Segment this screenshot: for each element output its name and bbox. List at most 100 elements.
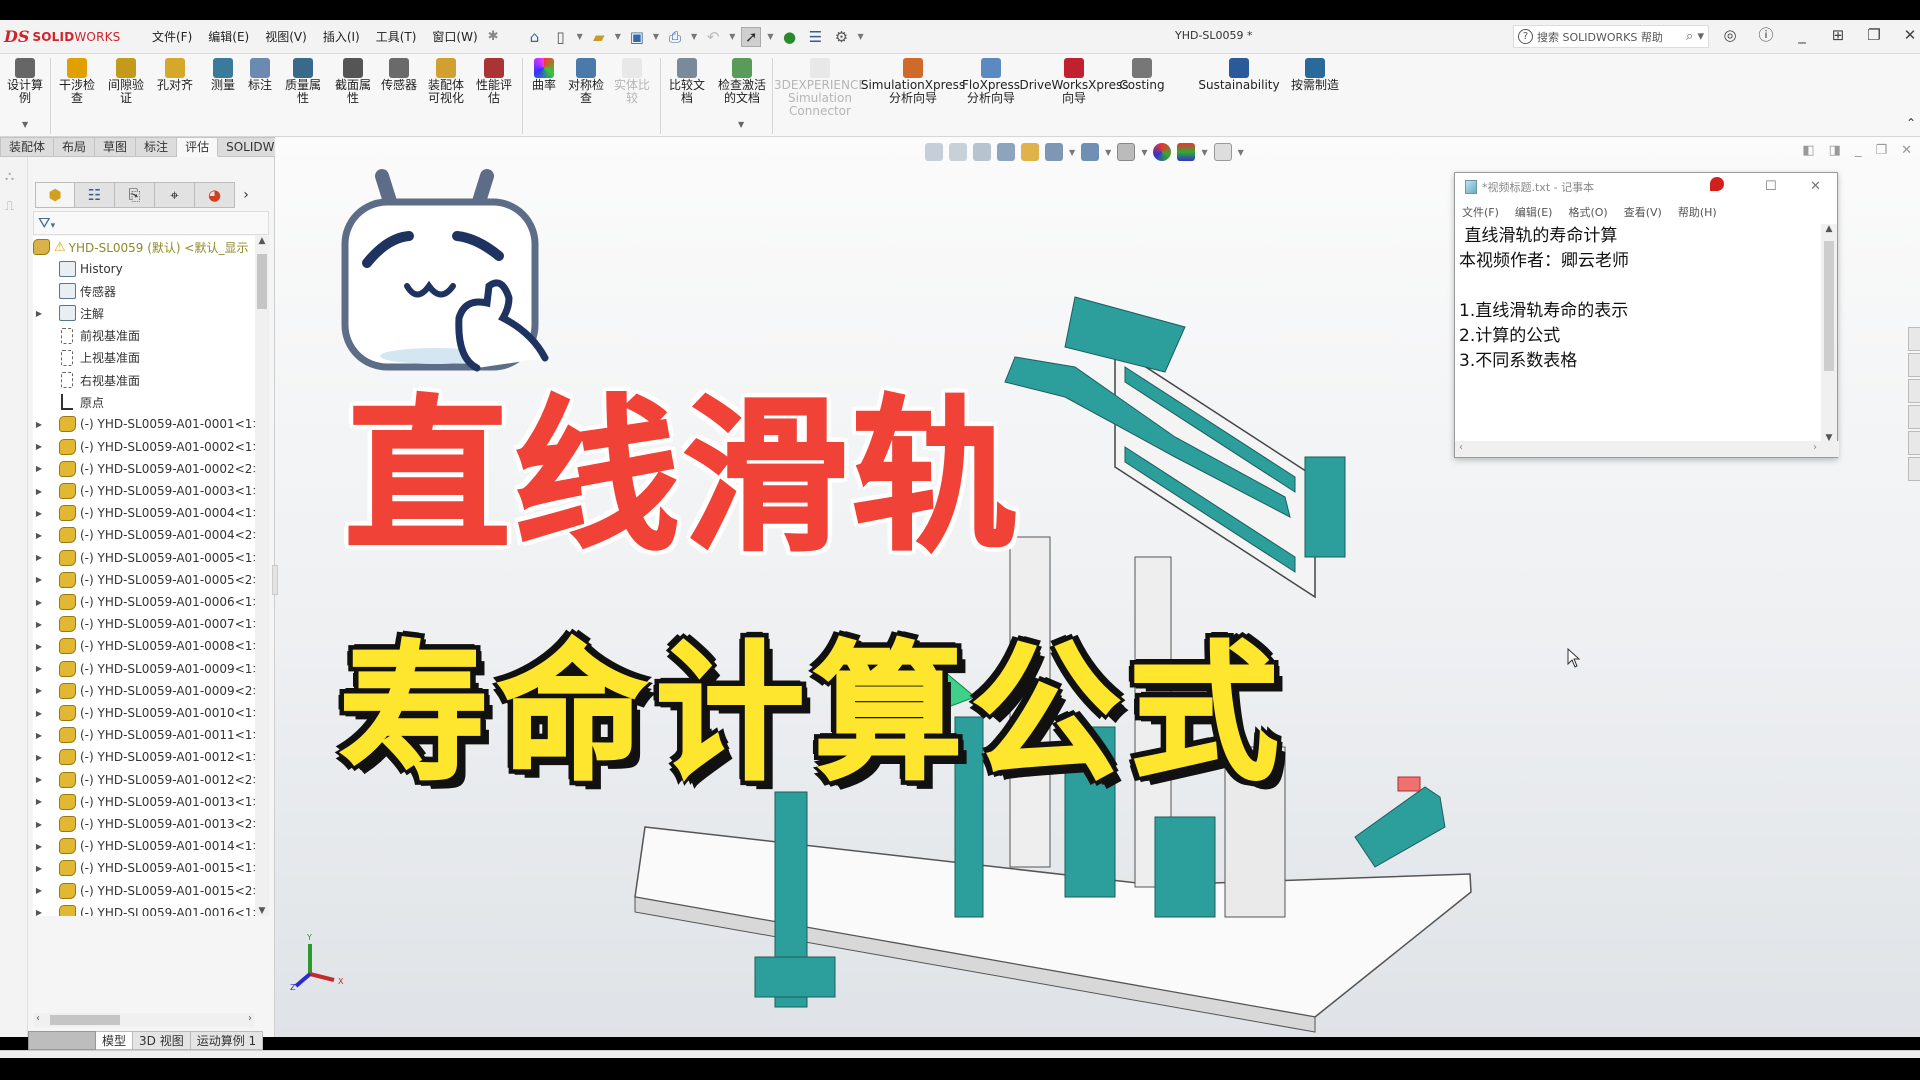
ribbon-button-costing[interactable]: Costing <box>1117 58 1167 92</box>
expand-arrow-icon[interactable]: ▶ <box>33 686 45 695</box>
ribbon-button-check-active-document[interactable]: 检查激活的文档 <box>715 58 769 105</box>
expand-arrow-icon[interactable]: ▶ <box>33 731 45 740</box>
notepad-menu-format[interactable]: 格式(O) <box>1568 204 1607 220</box>
undo-dropdown-icon[interactable]: ▼ <box>729 32 735 41</box>
expand-arrow-icon[interactable]: ▶ <box>33 797 45 806</box>
tree-item[interactable]: History <box>33 258 123 280</box>
tree-component-item[interactable]: ▶ (-) YHD-SL0059-A01-0014<1> <box>33 835 255 857</box>
tree-component-item[interactable]: ▶ (-) YHD-SL0059-A01-0002<2> <box>33 458 255 480</box>
tree-item[interactable]: 原点 <box>33 391 104 413</box>
rebuild-icon[interactable]: ● <box>780 27 800 47</box>
tree-filter-icon[interactable]: ⛛▾ <box>33 211 269 235</box>
feature-manager-tab-icon[interactable]: ⬢ <box>35 182 75 208</box>
new-document-icon[interactable]: ▯ <box>551 27 571 47</box>
np-scroll-thumb[interactable] <box>1824 241 1834 371</box>
notepad-menu-help[interactable]: 帮助(H) <box>1678 204 1717 220</box>
tree-component-item[interactable]: ▶ (-) YHD-SL0059-A01-0002<1> <box>33 436 255 458</box>
task-pane-appearances-icon[interactable] <box>1908 431 1920 455</box>
tree-root-assembly[interactable]: ⚠ YHD-SL0059 (默认) <默认_显示 <box>33 236 248 258</box>
help-button-icon[interactable]: ⓘ <box>1756 24 1776 45</box>
tree-item[interactable]: 前视基准面 <box>33 325 140 347</box>
expand-arrow-icon[interactable]: ▶ <box>33 709 45 718</box>
more-tabs-icon[interactable]: › <box>235 182 257 208</box>
scroll-right-icon[interactable]: › <box>248 1013 252 1024</box>
notepad-close-icon[interactable]: ✕ <box>1810 179 1821 194</box>
notepad-menu-edit[interactable]: 编辑(E) <box>1515 204 1553 220</box>
ribbon-button-manufacturing[interactable]: 按需制造 <box>1290 58 1340 92</box>
assembly-layout-icon[interactable]: ⛬ <box>5 169 23 187</box>
notepad-window[interactable]: *视频标题.txt - 记事本 ☐ ✕ 文件(F) 编辑(E) 格式(O) 查看… <box>1454 172 1839 458</box>
ribbon-button-section-properties[interactable]: 截面属性 <box>331 58 375 105</box>
property-manager-tab-icon[interactable]: ☷ <box>75 182 115 208</box>
tile-icon[interactable]: ⊞ <box>1828 26 1848 44</box>
open-icon[interactable]: ▰ <box>589 27 609 47</box>
ribbon-dropdown-icon[interactable]: ▼ <box>738 120 744 129</box>
expand-arrow-icon[interactable]: ▶ <box>33 509 45 518</box>
ribbon-button-simulation-connector[interactable]: 3DEXPERIENCE Simulation Connector <box>774 58 866 118</box>
expand-arrow-icon[interactable]: ▶ <box>33 309 45 318</box>
ribbon-dropdown-icon[interactable]: ▼ <box>22 120 28 129</box>
notepad-vertical-scrollbar[interactable]: ▲ ▼ <box>1821 224 1837 443</box>
notepad-title-bar[interactable]: *视频标题.txt - 记事本 ☐ ✕ <box>1455 173 1837 201</box>
minimize-icon[interactable]: _ <box>1792 26 1812 44</box>
np-scroll-right-icon[interactable]: › <box>1813 442 1817 453</box>
file-properties-icon[interactable]: ☰ <box>806 27 826 47</box>
tab-navigation-arrows[interactable] <box>28 1031 96 1050</box>
np-scroll-left-icon[interactable]: ‹ <box>1459 442 1463 453</box>
tree-component-item[interactable]: ▶ (-) YHD-SL0059-A01-0015<1> <box>33 857 255 879</box>
ribbon-button-compare-documents[interactable]: 比较文档 <box>665 58 709 105</box>
task-pane-custom-properties-icon[interactable] <box>1908 457 1920 481</box>
save-dropdown-icon[interactable]: ▼ <box>653 32 659 41</box>
expand-arrow-icon[interactable]: ▶ <box>33 553 45 562</box>
scroll-up-icon[interactable]: ▲ <box>255 236 269 246</box>
command-tab[interactable]: 草图 <box>95 137 137 157</box>
ribbon-button-measure[interactable]: 测量 <box>205 58 241 92</box>
menu-view[interactable]: 视图(V) <box>257 28 315 45</box>
ribbon-button-simulationxpress[interactable]: SimulationXpress 分析向导 <box>861 58 965 105</box>
tree-component-item[interactable]: ▶ (-) YHD-SL0059-A01-0016<1> <box>33 902 255 916</box>
tree-component-item[interactable]: ▶ (-) YHD-SL0059-A01-0012<1> <box>33 746 255 768</box>
sketch-step-icon[interactable]: ⎍ <box>5 199 23 217</box>
ribbon-button-design-study[interactable]: 设计算例 <box>3 58 47 105</box>
ribbon-button-assembly-visualization[interactable]: 装配体可视化 <box>423 58 469 105</box>
select-icon[interactable]: ➚ <box>741 26 762 47</box>
ribbon-button-curvature[interactable]: 曲率 <box>528 58 560 92</box>
tree-component-item[interactable]: ▶ (-) YHD-SL0059-A01-0007<1> <box>33 613 255 635</box>
task-pane-design-library-icon[interactable] <box>1908 379 1920 403</box>
ribbon-button-sensor[interactable]: 传感器 <box>378 58 420 92</box>
menu-tools[interactable]: 工具(T) <box>368 28 425 45</box>
task-pane-file-explorer-icon[interactable] <box>1908 405 1920 429</box>
ribbon-button-performance-evaluation[interactable]: 性能评估 <box>472 58 516 105</box>
ribbon-button-symmetry-check[interactable]: 对称检查 <box>564 58 608 105</box>
bottom-tab[interactable]: 运动算例 1 <box>190 1031 264 1050</box>
tree-component-item[interactable]: ▶ (-) YHD-SL0059-A01-0011<1> <box>33 724 255 746</box>
command-tab[interactable]: 装配体 <box>0 137 55 157</box>
expand-arrow-icon[interactable]: ▶ <box>33 753 45 762</box>
command-tab[interactable]: 标注 <box>136 137 178 157</box>
notepad-menu-file[interactable]: 文件(F) <box>1462 204 1499 220</box>
save-icon[interactable]: ▣ <box>627 27 647 47</box>
notepad-text-area[interactable]: 直线滑轨的寿命计算 本视频作者：卿云老师 1.直线滑轨寿命的表示 2.计算的公式 3.… <box>1455 224 1821 443</box>
ribbon-button-clearance-verification[interactable]: 间隙验证 <box>104 58 148 105</box>
user-account-icon[interactable]: ◎ <box>1720 26 1740 44</box>
ribbon-button-sustainability[interactable]: Sustainability <box>1198 58 1280 92</box>
dimxpert-manager-tab-icon[interactable]: ⌖ <box>155 182 195 208</box>
command-tab[interactable]: 评估 <box>177 137 219 157</box>
restore-icon[interactable]: ❐ <box>1864 26 1884 44</box>
task-pane-resources-icon[interactable] <box>1908 353 1920 377</box>
tree-component-item[interactable]: ▶ (-) YHD-SL0059-A01-0013<2> <box>33 813 255 835</box>
expand-arrow-icon[interactable]: ▶ <box>33 908 45 916</box>
expand-arrow-icon[interactable]: ▶ <box>33 820 45 829</box>
ribbon-button-hole-alignment[interactable]: 孔对齐 <box>155 58 195 92</box>
task-pane-home-icon[interactable] <box>1908 327 1920 351</box>
solidworks-logo[interactable]: DS SOLIDWORKS <box>4 27 134 46</box>
options-icon[interactable]: ⚙ <box>832 27 852 47</box>
ribbon-button-interference-check[interactable]: 干涉检查 <box>55 58 99 105</box>
tree-item[interactable]: ▶ 注解 <box>33 302 104 324</box>
ribbon-button-markup[interactable]: 标注 <box>242 58 278 92</box>
options-dropdown-icon[interactable]: ▼ <box>858 32 864 41</box>
tree-vertical-scrollbar[interactable]: ▲ ▼ <box>255 236 269 916</box>
np-scroll-up-icon[interactable]: ▲ <box>1821 224 1837 234</box>
tree-item[interactable]: 上视基准面 <box>33 347 140 369</box>
tree-horizontal-scrollbar[interactable]: ‹ › <box>33 1013 255 1027</box>
